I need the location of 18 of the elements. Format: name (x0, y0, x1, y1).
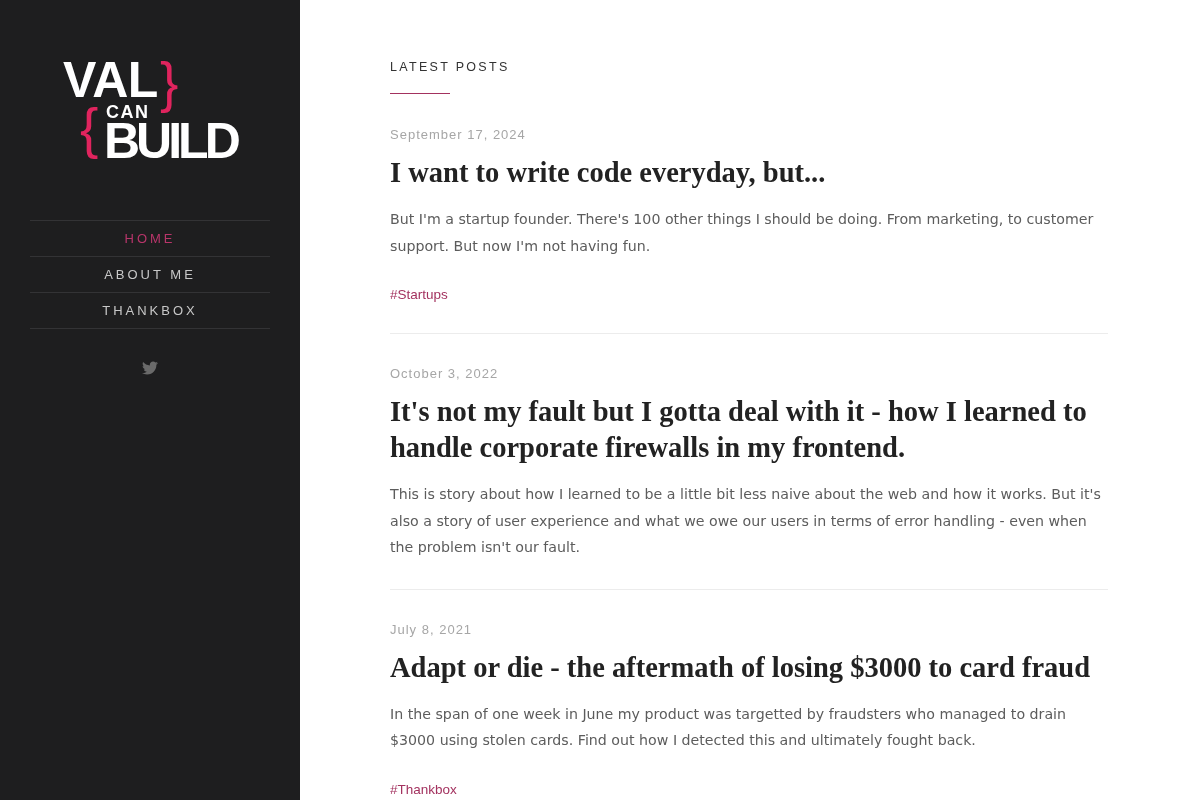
post-excerpt: But I'm a startup founder. There's 100 other things I should be doing. From marketing, to customer support. But now I'm not having fun. (390, 210, 1095, 256)
post-date: September 17, 2024 (390, 126, 527, 144)
post-excerpt: This is story about how I learned to be a little bit less naive about the web and how it works. But it's also a story of user experience and what we owe our users in terms of error handling - even when the problem isn't our fault. (390, 485, 1102, 557)
post-date: July 8, 2021 (390, 620, 474, 639)
post-title[interactable]: I want to write code everyday, but... (390, 155, 1108, 191)
post-title[interactable]: It's not my fault but I gotta deal with it - how I learned to handle corporate firewalls in my frontend. (390, 394, 1108, 466)
logo-text: BUILD (104, 122, 237, 160)
section-heading: LATEST POSTS (390, 59, 511, 76)
twitter-bird-icon[interactable] (142, 360, 158, 376)
post-excerpt: In the span of one week in June my product was targetted by fraudsters who managed to drain $3000 using stolen cards. Find out how I detected this and ultimately fought back. (390, 704, 1068, 750)
logo-text: VAL (63, 61, 158, 99)
tag-link[interactable]: #Startups (390, 285, 448, 305)
nav-link[interactable]: ABOUT ME (30, 256, 270, 292)
logo-text: CAN (106, 103, 150, 121)
nav-link[interactable]: THANKBOX (30, 292, 270, 328)
post-title[interactable]: Adapt or die - the aftermath of losing $3000 to card fraud (390, 649, 1108, 686)
tag-link[interactable]: #Thankbox (390, 779, 457, 800)
post-date: October 3, 2022 (390, 365, 500, 383)
